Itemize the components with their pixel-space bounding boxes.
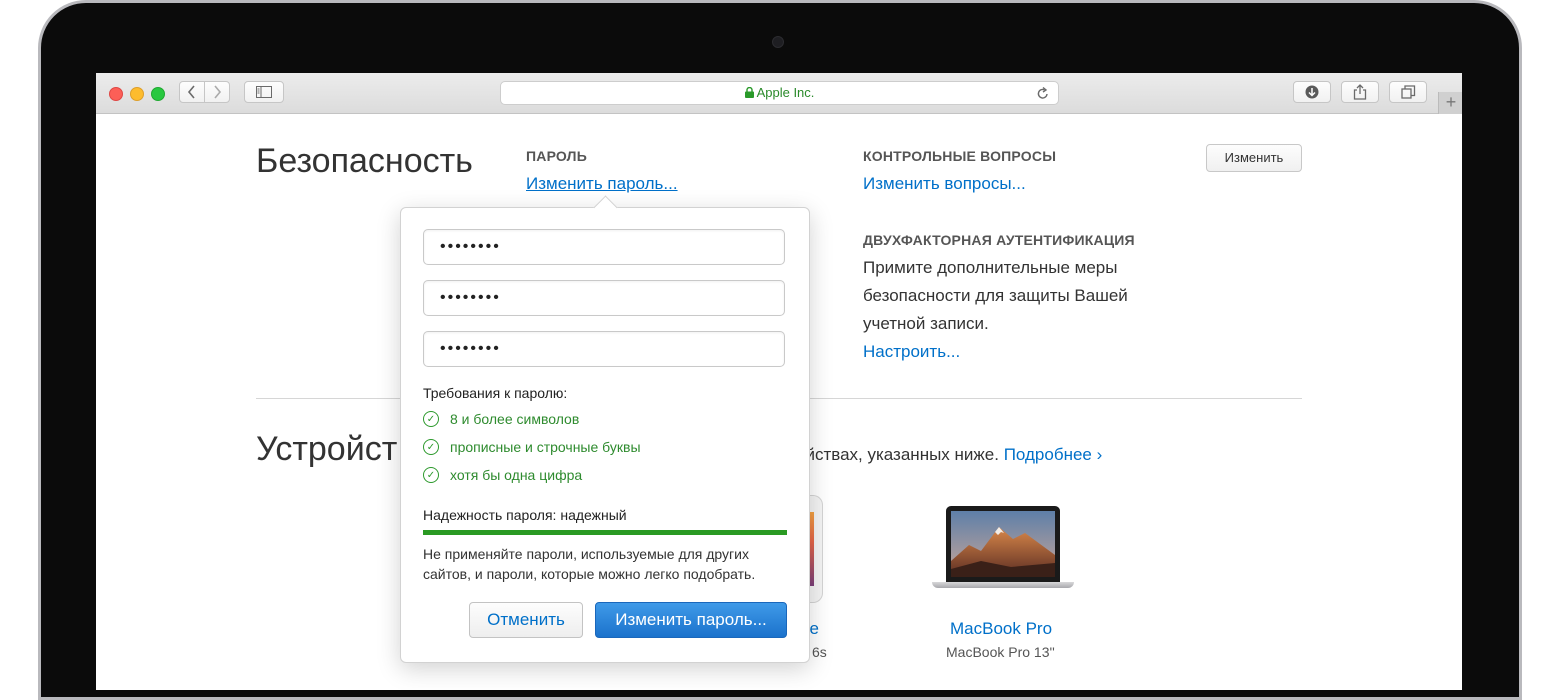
lock-icon [744,86,754,98]
forward-button[interactable] [204,81,230,103]
requirement-text: 8 и более символов [450,411,580,427]
zoom-window-button[interactable] [151,87,165,101]
iphone-model: 6s [812,644,827,660]
password-warning: Не применяйте пароли, используемые для д… [423,546,756,582]
plus-icon: + [1445,92,1457,112]
macbook-model: MacBook Pro 13'' [946,644,1055,660]
download-icon [1305,85,1319,99]
confirm-password-field[interactable]: •••••••• [423,331,785,367]
two-factor-line-2: безопасности для защиты Вашей [863,286,1128,305]
tabs-overview-button[interactable] [1389,81,1427,103]
macbook-name[interactable]: MacBook Pro [950,619,1052,639]
password-label: ПАРОЛЬ [526,148,587,164]
reload-icon[interactable] [1037,87,1049,100]
address-bar[interactable]: Apple Inc. [500,81,1059,105]
two-factor-description: Примите дополнительные меры безопасности… [863,254,1128,338]
chevron-left-icon [187,85,195,99]
chevron-right-icon: › [1096,445,1103,464]
tabs-icon [1400,85,1415,99]
requirement-item: ✓ прописные и строчные буквы [423,439,641,455]
password-strength-fill [423,530,787,535]
url-text: Apple Inc. [756,85,815,100]
setup-two-factor-link[interactable]: Настроить... [863,342,960,362]
sidebar-icon [256,86,272,98]
security-questions-label: КОНТРОЛЬНЫЕ ВОПРОСЫ [863,148,1057,164]
requirement-item: ✓ хотя бы одна цифра [423,467,582,483]
password-strength-meter [423,530,787,535]
requirement-text: прописные и строчные буквы [450,439,641,455]
macbook-lid [946,506,1060,582]
share-button[interactable] [1341,81,1379,103]
change-password-popover: •••••••• •••••••• •••••••• Требования к … [400,195,810,663]
requirement-item: ✓ 8 и более символов [423,411,579,427]
page-content: Безопасность ПАРОЛЬ Изменить пароль... К… [96,114,1462,690]
edit-button[interactable]: Изменить [1206,144,1302,172]
learn-more-label: Подробнее [1003,445,1092,464]
macbook-base [932,582,1074,588]
devices-description: ойствах, указанных ниже. Подробнее › [796,445,1102,465]
requirement-text: хотя бы одна цифра [450,467,583,483]
cancel-button[interactable]: Отменить [469,602,583,638]
submit-change-password-button[interactable]: Изменить пароль... [595,602,787,638]
downloads-button[interactable] [1293,81,1331,103]
check-circle-icon: ✓ [423,439,439,455]
mountain-wallpaper [951,511,1055,577]
two-factor-line-1: Примите дополнительные меры [863,258,1118,277]
password-strength-label: Надежность пароля: надежный [423,507,627,523]
change-password-link[interactable]: Изменить пароль... [526,174,678,194]
two-factor-line-3: учетной записи. [863,314,989,333]
learn-more-link[interactable]: Подробнее › [1004,445,1103,464]
new-tab-button[interactable]: + [1438,92,1462,114]
browser-toolbar: Apple Inc. [96,73,1462,114]
new-password-field[interactable]: •••••••• [423,280,785,316]
two-factor-label: ДВУХФАКТОРНАЯ АУТЕНТИФИКАЦИЯ [863,232,1135,248]
security-title: Безопасность [256,142,473,180]
devices-description-text: ойствах, указанных ниже. [796,445,999,464]
url-display: Apple Inc. [501,85,1058,100]
devices-title: Устройст [256,430,398,468]
chevron-right-icon [214,85,222,99]
macbook-image [932,506,1074,592]
camera-dot [772,36,784,48]
back-button[interactable] [179,81,205,103]
popover-arrow [593,195,618,220]
sidebar-button[interactable] [244,81,284,103]
minimize-window-button[interactable] [130,87,144,101]
share-icon [1353,84,1367,100]
close-window-button[interactable] [109,87,123,101]
current-password-field[interactable]: •••••••• [423,229,785,265]
requirements-title: Требования к паролю: [423,385,568,401]
check-circle-icon: ✓ [423,411,439,427]
check-circle-icon: ✓ [423,467,439,483]
change-questions-link[interactable]: Изменить вопросы... [863,174,1026,194]
browser-window: Apple Inc. + Безопасность ПАРОЛЬ Изменит… [96,73,1462,690]
